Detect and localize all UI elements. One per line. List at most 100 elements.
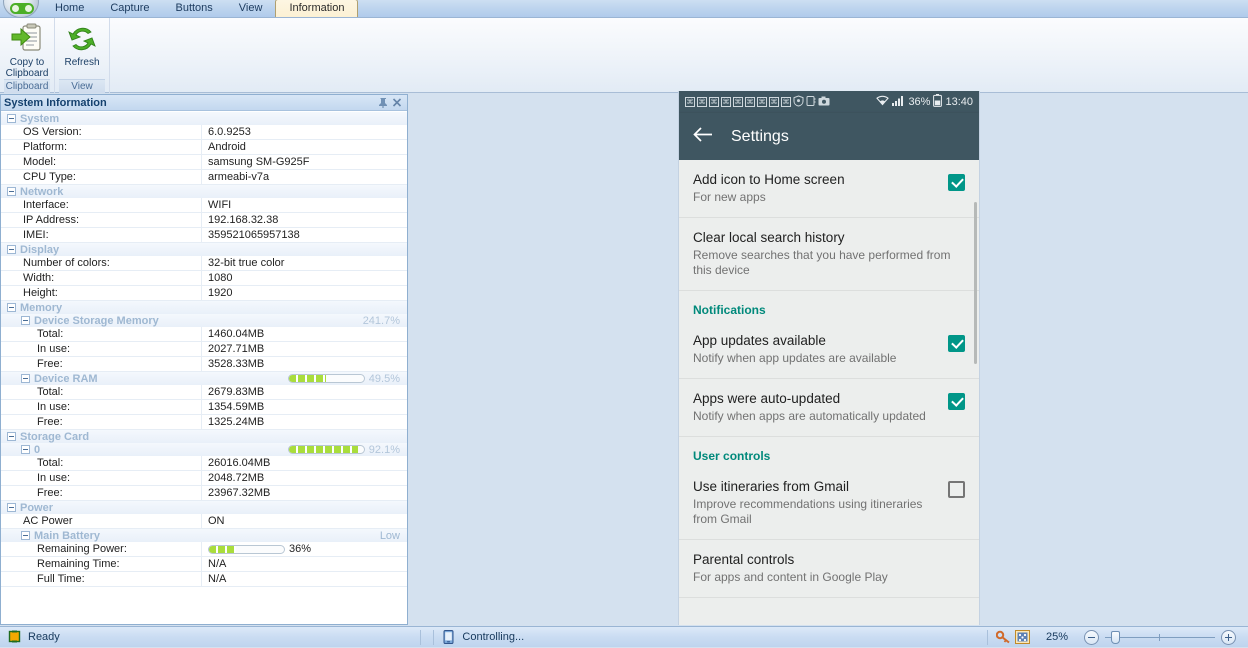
tree-group-0[interactable]: 0 92.1% — [1, 443, 407, 456]
tree-group-memory[interactable]: Memory — [1, 301, 407, 314]
tree-group-label: Network — [20, 185, 64, 198]
tree-row[interactable]: Remaining Time: N/A — [1, 556, 407, 572]
tree-row[interactable]: IP Address: 192.168.32.38 — [1, 212, 407, 228]
pin-icon[interactable] — [376, 96, 390, 109]
checkbox-unchecked[interactable] — [948, 481, 965, 498]
collapse-expander-icon[interactable] — [21, 374, 30, 383]
collapse-expander-icon[interactable] — [7, 303, 16, 312]
settings-item-texts: Clear local search history Remove searche… — [693, 229, 965, 278]
status-separator — [420, 629, 422, 645]
tree-row[interactable]: In use: 2048.72MB — [1, 470, 407, 486]
tree-row[interactable]: Full Time: N/A — [1, 571, 407, 587]
tree-group-network[interactable]: Network — [1, 185, 407, 198]
tree-group-device-ram[interactable]: Device RAM 49.5% — [1, 372, 407, 385]
zoom-slider-thumb[interactable] — [1111, 630, 1121, 644]
ribbon-panel: Copy to Clipboard Clipboard Refresh View — [0, 18, 1248, 93]
settings-item-title: Add icon to Home screen — [693, 172, 845, 187]
collapse-expander-icon[interactable] — [21, 445, 30, 454]
back-arrow-icon[interactable] — [693, 126, 713, 148]
tree-row[interactable]: Number of colors: 32-bit true color — [1, 255, 407, 271]
tree-row-key: OS Version: — [23, 126, 82, 138]
settings-list-item[interactable]: Add icon to Home screen For new apps — [679, 160, 979, 218]
tree-row-value: 1325.24MB — [201, 414, 407, 430]
tree-row[interactable]: CPU Type: armeabi-v7a — [1, 169, 407, 185]
settings-list-item[interactable]: Clear local search history Remove searche… — [679, 218, 979, 291]
tree-row[interactable]: Free: 23967.32MB — [1, 485, 407, 501]
copy-to-clipboard-button[interactable]: Copy to Clipboard — [4, 20, 50, 79]
tree-group-display[interactable]: Display — [1, 243, 407, 256]
tree-row[interactable]: In use: 2027.71MB — [1, 341, 407, 357]
tree-group-label: 0 — [34, 443, 41, 456]
settings-list-item[interactable]: Parental controls For apps and content in… — [679, 540, 979, 598]
app-logo-icon[interactable] — [3, 0, 39, 18]
tree-row-key: Full Time: — [37, 573, 85, 585]
tree-row[interactable]: IMEI: 359521065957138 — [1, 227, 407, 243]
zoom-slider[interactable] — [1105, 627, 1216, 648]
system-information-tree[interactable]: System OS Version: 6.0.9253 Platform: Androi… — [1, 112, 407, 624]
tree-row-key: Remaining Time: — [37, 558, 120, 570]
ribbon-group-label-clipboard: Clipboard — [4, 79, 50, 93]
tree-row[interactable]: AC Power ON — [1, 513, 407, 529]
tree-row[interactable]: Interface: WIFI — [1, 197, 407, 213]
tree-group-label: System — [20, 112, 60, 125]
settings-section-header-label: Notifications — [693, 303, 766, 317]
tree-group-storage-card[interactable]: Storage Card — [1, 430, 407, 443]
panel-title: System Information — [4, 96, 107, 109]
collapse-expander-icon[interactable] — [7, 503, 16, 512]
key-icon[interactable] — [995, 630, 1011, 644]
refresh-button[interactable]: Refresh — [59, 20, 105, 68]
ribbon-tab-buttons[interactable]: Buttons — [162, 0, 225, 17]
settings-list[interactable]: Add icon to Home screen For new apps Clear… — [679, 160, 979, 625]
checkbox-checked[interactable] — [948, 393, 965, 410]
settings-list-item[interactable]: App updates available Notify when app upd… — [679, 321, 979, 379]
ribbon-tab-information[interactable]: Information — [275, 0, 359, 17]
sim-card-icon — [806, 95, 816, 110]
ribbon-group-label-view: View — [59, 79, 105, 93]
tree-row[interactable]: Free: 1325.24MB — [1, 414, 407, 430]
tree-row[interactable]: Height: 1920 — [1, 285, 407, 301]
settings-list-item[interactable]: Use itineraries from Gmail Improve recomm… — [679, 467, 979, 540]
tree-row-key: Total: — [37, 328, 64, 340]
device-mirror-screen[interactable]: ⌘ ⌘ ⌘ ⌘ ⌘ ⌘ ⌘ ⌘ ⌘ 36% 13:40 Settings Add… — [678, 91, 980, 625]
zoom-out-icon[interactable] — [1084, 629, 1100, 645]
tree-row[interactable]: In use: 1354.59MB — [1, 399, 407, 415]
battery-meter — [208, 544, 285, 554]
tree-group-device-storage-memory[interactable]: Device Storage Memory 241.7% — [1, 314, 407, 327]
tree-group-main-battery[interactable]: Main Battery Low — [1, 529, 407, 542]
ribbon-group-view: Refresh View — [55, 18, 110, 93]
tree-group-power[interactable]: Power — [1, 501, 407, 514]
tree-row[interactable]: Free: 3528.33MB — [1, 356, 407, 372]
tree-row[interactable]: Width: 1080 — [1, 270, 407, 286]
tree-row[interactable]: Total: 26016.04MB — [1, 455, 407, 471]
tree-row[interactable]: Platform: Android — [1, 139, 407, 155]
tree-group-label: Display — [20, 243, 60, 256]
tree-row[interactable]: Model: samsung SM-G925F — [1, 154, 407, 170]
tree-row[interactable]: Total: 1460.04MB — [1, 326, 407, 342]
scrollbar-thumb[interactable] — [974, 202, 977, 364]
collapse-expander-icon[interactable] — [7, 432, 16, 441]
collapse-expander-icon[interactable] — [7, 245, 16, 254]
collapse-expander-icon[interactable] — [7, 187, 16, 196]
checkbox-checked[interactable] — [948, 174, 965, 191]
ribbon-tab-view[interactable]: View — [226, 0, 276, 17]
collapse-expander-icon[interactable] — [21, 316, 30, 325]
tree-group-system[interactable]: System — [1, 112, 407, 125]
tree-row[interactable]: Total: 2679.83MB — [1, 384, 407, 400]
zoom-in-icon[interactable] — [1221, 629, 1237, 645]
settings-list-item[interactable]: Apps were auto-updated Notify when apps a… — [679, 379, 979, 437]
layout-icon[interactable] — [1014, 630, 1030, 644]
tree-row[interactable]: Remaining Power: 36% — [1, 541, 407, 557]
ribbon-tab-capture[interactable]: Capture — [97, 0, 162, 17]
zoom-controls[interactable] — [1076, 627, 1248, 648]
collapse-expander-icon[interactable] — [21, 531, 30, 540]
tree-row-value: 1920 — [201, 285, 407, 301]
tree-row[interactable]: OS Version: 6.0.9253 — [1, 124, 407, 140]
ribbon-tab-home[interactable]: Home — [42, 0, 97, 17]
settings-item-title: App updates available — [693, 333, 826, 348]
settings-item-subtitle: Notify when app updates are available — [693, 351, 897, 365]
status-tool-icons[interactable] — [988, 627, 1038, 648]
collapse-expander-icon[interactable] — [7, 114, 16, 123]
checkbox-checked[interactable] — [948, 335, 965, 352]
tree-row-value: N/A — [201, 556, 407, 572]
close-icon[interactable] — [390, 96, 404, 109]
